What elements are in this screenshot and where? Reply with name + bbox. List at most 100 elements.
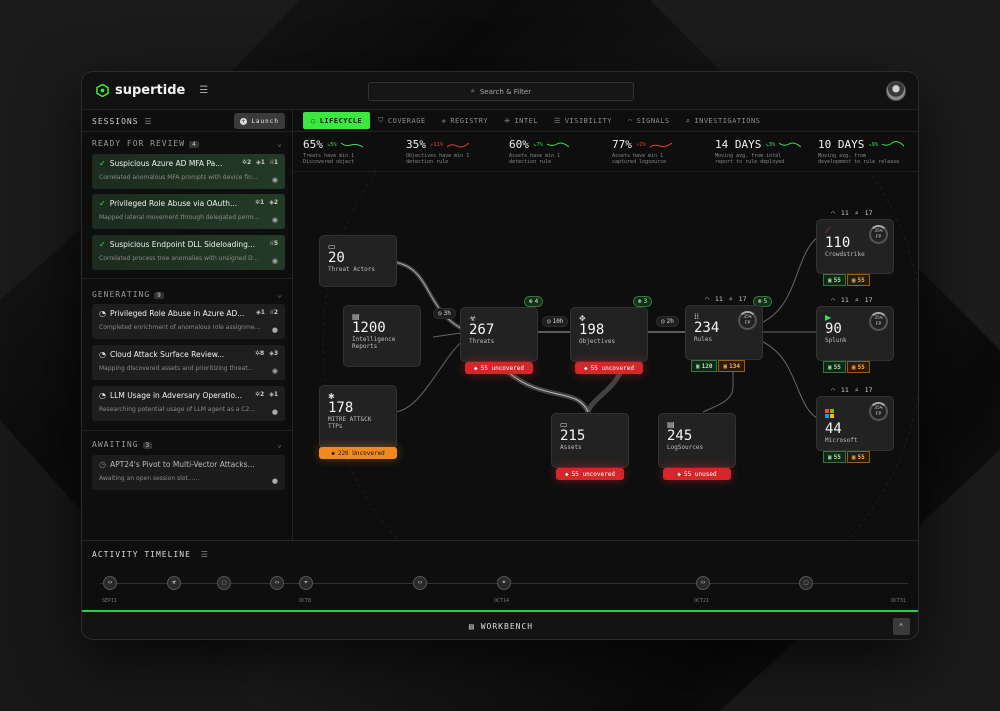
session-card[interactable]: ✓ Suspicious Endpoint DLL Sideloading... … — [92, 235, 285, 270]
warning-diamond-icon: ◆ — [584, 364, 588, 372]
metric-change-value: 2% — [639, 141, 646, 148]
objectives-count-pill[interactable]: ⊛ 3 — [633, 296, 653, 307]
filter-icon[interactable]: ☰ — [201, 550, 209, 559]
avatar[interactable] — [886, 81, 906, 101]
fp-ring: 35% FP — [869, 402, 888, 421]
timeline-event-lifecycle-icon[interactable]: ◌ — [217, 576, 231, 590]
tab-registry[interactable]: ✲ REGISTRY — [434, 112, 496, 129]
badge-label: 55 uncovered — [571, 470, 615, 478]
stat-value: 55 — [857, 276, 865, 284]
logo[interactable]: supertide ☰ — [96, 83, 208, 98]
metric-label-line: captured logsource — [612, 159, 667, 165]
group-ready-header[interactable]: READY FOR REVIEW 4 ⌄ — [82, 139, 293, 148]
timeline-event-lifecycle-icon[interactable]: ◌ — [799, 576, 813, 590]
wifi-icon: ◠ — [831, 209, 835, 217]
pill-value: 4 — [534, 298, 539, 305]
metrics-bar: 65% ↘5% Treats have min 1 Discovered object… — [293, 132, 918, 172]
chevron-down-icon[interactable]: ⌄ — [277, 440, 283, 449]
group-awaiting-header[interactable]: AWAITING 3 ⌄ — [82, 440, 293, 449]
timeline-event-code-icon[interactable]: ‹› — [413, 576, 427, 590]
user-icon: ● — [271, 408, 278, 416]
chevron-down-icon[interactable]: ⌄ — [277, 290, 283, 299]
chevron-down-icon[interactable]: ⌄ — [277, 139, 283, 148]
node-splunk[interactable]: ▶ 90 Splunk 35% FP — [816, 306, 894, 361]
tab-signals[interactable]: ◠ SIGNALS — [620, 112, 678, 129]
metric: 65% ↘5% Treats have min 1 Discovered object — [303, 138, 403, 165]
tab-visibility[interactable]: ☰ VISIBILITY — [546, 112, 620, 129]
group-generating-header[interactable]: GENERATING 9 ⌄ — [82, 290, 293, 299]
tab-lifecycle[interactable]: ◌ LIFECYCLE — [303, 112, 371, 129]
session-meta: ✲1 ◈2 — [254, 199, 278, 206]
launch-button[interactable]: + Launch — [234, 113, 285, 129]
node-objectives[interactable]: ✥ 198 Objectives — [570, 307, 648, 362]
splunk-green-stat[interactable]: ▣ 55 — [823, 361, 846, 373]
timeline-event-code-icon[interactable]: ‹› — [696, 576, 710, 590]
node-logsources[interactable]: ▤ 245 LogSources — [658, 413, 736, 468]
node-crowdstrike[interactable]: ⟋ 110 Crowdstrike 35% FP — [816, 219, 894, 274]
edge-duration-pill: ◷ 2h — [656, 316, 679, 327]
timeline-event-code-icon[interactable]: ‹› — [270, 576, 284, 590]
node-mitre-ttps[interactable]: ✱ 178 MITRE ATT&CK TTPs — [319, 385, 397, 449]
session-meta: ✲2 ◈1 ⁞⁞1 — [241, 159, 278, 166]
meta-objectives: 3 — [273, 350, 278, 357]
session-title: APT24's Pivot to Multi-Vector Attacks... — [109, 460, 255, 469]
threats-uncovered-badge[interactable]: ◆ 55 uncovered — [465, 362, 533, 374]
session-card[interactable]: ◔ Cloud Attack Surface Review... Mapping … — [92, 345, 285, 380]
splunk-orange-stat[interactable]: ▣ 55 — [846, 361, 870, 373]
session-card[interactable]: ✓ Privileged Role Abuse via OAuth... Mapp… — [92, 194, 285, 229]
session-card[interactable]: ◔ LLM Usage in Adversary Operatio... Rese… — [92, 386, 285, 421]
session-meta: ✲2 ◈1 — [254, 391, 278, 398]
node-label: LogSources — [667, 444, 704, 451]
crowdstrike-orange-stat[interactable]: ▣ 55 — [846, 274, 870, 286]
crowdstrike-green-stat[interactable]: ▣ 55 — [823, 274, 846, 286]
fp-ring: 35% FP — [869, 312, 888, 331]
node-threats[interactable]: ☣ 267 Threats — [460, 307, 538, 362]
menu-icon[interactable]: ☰ — [199, 85, 208, 96]
rules-green-stat[interactable]: ▣ 120 — [691, 360, 718, 372]
tab-coverage[interactable]: ⛉ COVERAGE — [370, 112, 433, 129]
metric-change-value: 3% — [768, 141, 776, 148]
workbench-icon: ▤ — [468, 622, 475, 631]
meta-threats: 8 — [260, 350, 265, 357]
search-icon: ⌕ — [470, 87, 475, 95]
workbench-bar[interactable]: ▤ WORKBENCH ⌃ — [82, 610, 918, 639]
node-assets[interactable]: ▭ 215 Assets — [551, 413, 629, 468]
microsoft-green-stat[interactable]: ▣ 55 — [823, 451, 846, 463]
node-rules[interactable]: ⁞⁞ 234 Rules 35% FP — [685, 305, 763, 360]
timeline-event-biohazard-icon[interactable]: ☣ — [167, 576, 181, 590]
meta-rules: 1 — [273, 159, 278, 166]
assets-uncovered-badge[interactable]: ◆ 55 uncovered — [556, 468, 624, 480]
session-card[interactable]: ◔ Privileged Role Abuse in Azure AD... Co… — [92, 304, 285, 339]
search-input[interactable]: ⌕ Search & Filter — [368, 82, 634, 101]
microsoft-icon — [825, 409, 834, 418]
objectives-uncovered-badge[interactable]: ◆ 55 uncovered — [575, 362, 643, 374]
stat-value: 11 — [840, 386, 849, 394]
filter-icon[interactable]: ☰ — [145, 117, 153, 126]
threats-count-pill[interactable]: ⊛ 4 — [524, 296, 544, 307]
logsources-unused-badge[interactable]: ◆ 55 unused — [663, 468, 731, 480]
node-intelligence-reports[interactable]: ▤ 1200 Intelligence Reports — [343, 305, 421, 367]
tab-intel[interactable]: ⁜ INTEL — [496, 112, 546, 129]
tab-label: REGISTRY — [450, 116, 489, 125]
expand-up-button[interactable]: ⌃ — [893, 618, 910, 635]
metric-label-line: report to rule deployed — [715, 159, 785, 165]
pill-value: 5 — [763, 298, 768, 305]
session-card[interactable]: ◷ APT24's Pivot to Multi-Vector Attacks..… — [92, 455, 285, 490]
metric-change-value: 5% — [330, 141, 337, 148]
tab-investigations[interactable]: ⌕ INVESTIGATIONS — [678, 112, 769, 129]
ttps-uncovered-badge[interactable]: ◆ 220 Uncovered — [319, 447, 397, 459]
meta-threats: 1 — [260, 199, 265, 206]
node-microsoft[interactable]: 44 Microsoft 35% FP — [816, 396, 894, 451]
timeline-event-code-icon[interactable]: ‹› — [103, 576, 117, 590]
session-meta: ◈1 ⁞⁞2 — [256, 309, 278, 316]
meta-threats: 2 — [260, 391, 265, 398]
metric: 10 DAYS ↘9% Moving avg. from development to… — [818, 138, 918, 165]
session-card[interactable]: ✓ Suspicious Azure AD MFA Pa... Correlate… — [92, 154, 285, 189]
timeline-event-pin-icon[interactable]: ⌖ — [497, 576, 511, 590]
node-threat-actors[interactable]: ▭ 20 Threat Actors — [319, 235, 397, 287]
microsoft-stats: ◠ 11 ⌕ 17 — [831, 386, 873, 394]
metric-label: Moving avg. from intel report to rule dep… — [715, 153, 815, 165]
rules-orange-stat[interactable]: ▣ 134 — [718, 360, 745, 372]
timeline-event-pin-icon[interactable]: ⌖ — [299, 576, 313, 590]
microsoft-orange-stat[interactable]: ▣ 55 — [846, 451, 870, 463]
